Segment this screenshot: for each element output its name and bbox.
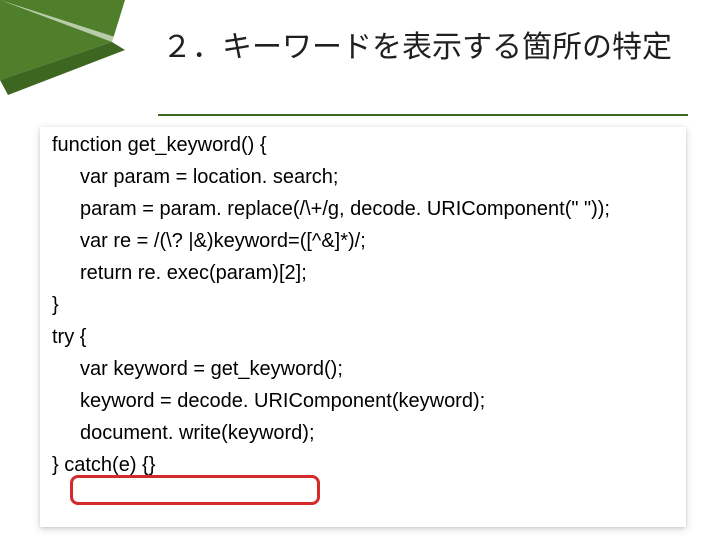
- code-block: function get_keyword() { var param = loc…: [40, 127, 686, 527]
- code-line: keyword = decode. URIComponent(keyword);: [52, 391, 674, 411]
- code-line: } catch(e) {}: [52, 455, 674, 475]
- code-line: }: [52, 295, 674, 315]
- code-line: document. write(keyword);: [52, 423, 674, 443]
- code-line: var re = /(\? |&)keyword=([^&]*)/;: [52, 231, 674, 251]
- leaf-decoration: [0, 0, 125, 100]
- code-line: return re. exec(param)[2];: [52, 263, 674, 283]
- code-line: function get_keyword() {: [52, 135, 674, 155]
- code-line: param = param. replace(/\+/g, decode. UR…: [52, 199, 674, 219]
- code-line: var keyword = get_keyword();: [52, 359, 674, 379]
- code-line: try {: [52, 327, 674, 347]
- slide-title: ２．キーワードを表示する箇所の特定: [162, 28, 702, 69]
- title-underline: [158, 114, 688, 116]
- code-line: var param = location. search;: [52, 167, 674, 187]
